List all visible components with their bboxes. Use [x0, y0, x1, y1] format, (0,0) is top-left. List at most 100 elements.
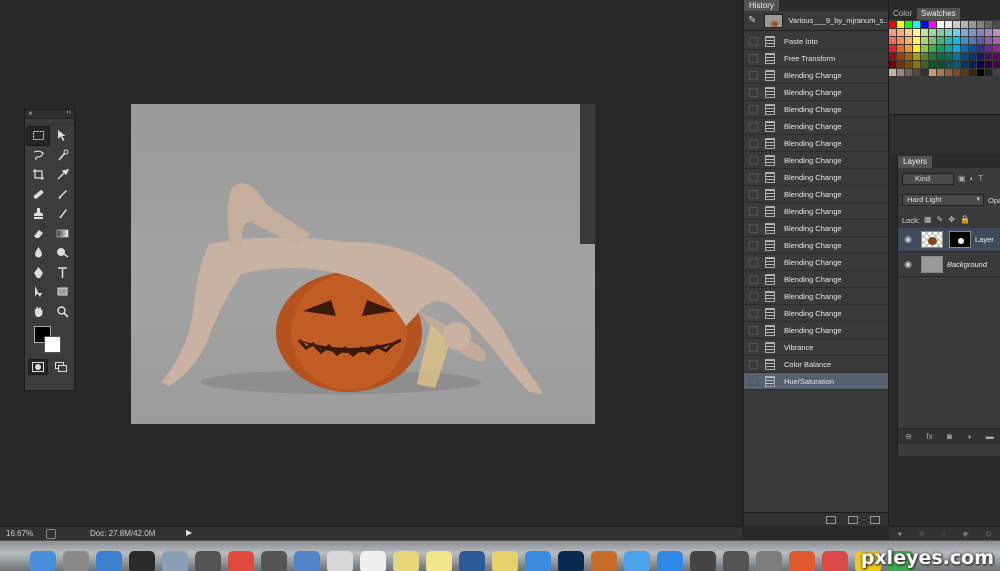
color-swatch[interactable]: [889, 21, 896, 28]
color-swatch[interactable]: [953, 45, 960, 52]
close-icon[interactable]: ×: [28, 109, 33, 118]
move-tool[interactable]: [50, 126, 74, 146]
color-swatch[interactable]: [921, 61, 928, 68]
history-state[interactable]: Blending Change: [744, 220, 888, 237]
itunes-icon[interactable]: [624, 551, 650, 571]
tab-swatches[interactable]: Swatches: [917, 8, 960, 20]
color-swatch[interactable]: [937, 69, 944, 76]
color-swatch[interactable]: [969, 45, 976, 52]
color-swatch[interactable]: [937, 21, 944, 28]
color-swatch[interactable]: [905, 69, 912, 76]
help-icon[interactable]: [195, 551, 221, 571]
notes-icon[interactable]: [393, 551, 419, 571]
color-swatch[interactable]: [897, 45, 904, 52]
color-swatch[interactable]: [977, 21, 984, 28]
system-prefs-icon[interactable]: [756, 551, 782, 571]
color-swatch[interactable]: [953, 37, 960, 44]
color-swatch[interactable]: [921, 45, 928, 52]
path-selection-tool[interactable]: [26, 282, 50, 302]
history-source-checkbox[interactable]: [749, 36, 758, 46]
screen-mode-button[interactable]: [51, 359, 71, 375]
color-swatch[interactable]: [929, 29, 936, 36]
finder-icon[interactable]: [30, 551, 56, 571]
color-swatch[interactable]: [897, 21, 904, 28]
new-document-from-state-icon[interactable]: [826, 516, 836, 524]
quick-mask-mode-button[interactable]: [28, 359, 49, 375]
zoom-level[interactable]: 16.67%: [6, 529, 33, 538]
color-swatch[interactable]: [889, 37, 896, 44]
color-swatch[interactable]: [993, 69, 1000, 76]
chrome-icon[interactable]: [228, 551, 254, 571]
history-source-checkbox[interactable]: [749, 376, 758, 386]
color-swatch[interactable]: [977, 53, 984, 60]
history-state[interactable]: Color Balance: [744, 356, 888, 373]
history-state[interactable]: Blending Change: [744, 118, 888, 135]
history-state[interactable]: Hue/Saturation: [744, 373, 888, 390]
stickies-icon[interactable]: [426, 551, 452, 571]
layer-filter-select[interactable]: Kind: [902, 173, 954, 185]
color-swatch[interactable]: [969, 21, 976, 28]
history-source-checkbox[interactable]: [749, 87, 758, 97]
color-swatch[interactable]: [961, 21, 968, 28]
color-swatch[interactable]: [977, 29, 984, 36]
color-swatch[interactable]: [985, 45, 992, 52]
color-swatch[interactable]: [889, 69, 896, 76]
history-source-checkbox[interactable]: [749, 138, 758, 148]
history-state[interactable]: Blending Change: [744, 101, 888, 118]
eye-icon[interactable]: ◉: [901, 259, 915, 270]
eye-icon[interactable]: ◉: [901, 234, 915, 245]
color-swatch[interactable]: [969, 37, 976, 44]
history-source-checkbox[interactable]: [749, 155, 758, 165]
color-swatch[interactable]: [921, 37, 928, 44]
color-swatch[interactable]: [929, 53, 936, 60]
hand-tool[interactable]: [26, 302, 50, 322]
color-swatch[interactable]: [937, 53, 944, 60]
terminal-icon[interactable]: [129, 551, 155, 571]
clone-stamp-tool[interactable]: [26, 204, 50, 224]
color-swatch[interactable]: [905, 53, 912, 60]
color-swatch[interactable]: [993, 61, 1000, 68]
document-image[interactable]: [131, 104, 595, 424]
color-swatch[interactable]: [929, 61, 936, 68]
color-swatch[interactable]: [969, 29, 976, 36]
color-swatch[interactable]: [993, 21, 1000, 28]
app-icon[interactable]: [690, 551, 716, 571]
circle-icon[interactable]: ○: [919, 529, 924, 538]
launchpad-icon[interactable]: [63, 551, 89, 571]
mask-icon[interactable]: ◙: [947, 432, 952, 441]
color-swatch[interactable]: [977, 37, 984, 44]
history-state[interactable]: Blending Change: [744, 84, 888, 101]
color-swatch[interactable]: [985, 69, 992, 76]
color-swatch[interactable]: [897, 61, 904, 68]
circle-icon[interactable]: ●: [897, 529, 902, 538]
app-store-icon[interactable]: [657, 551, 683, 571]
color-swatch[interactable]: [913, 21, 920, 28]
color-swatch[interactable]: [889, 53, 896, 60]
history-snapshot[interactable]: ✎ Various___9_by_mjranum_s...: [744, 11, 888, 31]
color-swatch[interactable]: [913, 69, 920, 76]
history-state[interactable]: Blending Change: [744, 135, 888, 152]
tools-panel-header[interactable]: × ‹‹: [25, 109, 74, 119]
color-swatch[interactable]: [969, 69, 976, 76]
collapse-icon[interactable]: ‹‹: [66, 109, 71, 116]
color-swatch[interactable]: [977, 69, 984, 76]
adjustment-icon[interactable]: ◑: [966, 432, 971, 441]
history-state[interactable]: Free Transform: [744, 50, 888, 67]
gradient-tool[interactable]: [50, 224, 74, 244]
color-swatch[interactable]: [929, 45, 936, 52]
status-menu-arrow-icon[interactable]: ▶: [186, 528, 192, 537]
crop-tool[interactable]: [26, 165, 50, 185]
color-swatch[interactable]: [993, 53, 1000, 60]
history-state[interactable]: Blending Change: [744, 67, 888, 84]
trash-icon[interactable]: [870, 516, 880, 524]
folder-icon[interactable]: ▬: [986, 432, 994, 441]
color-swatch[interactable]: [905, 45, 912, 52]
dodge-tool[interactable]: [50, 243, 74, 263]
color-swatch[interactable]: [961, 69, 968, 76]
history-source-checkbox[interactable]: [749, 70, 758, 80]
history-state[interactable]: Blending Change: [744, 288, 888, 305]
color-swatch[interactable]: [929, 69, 936, 76]
history-state[interactable]: Blending Change: [744, 254, 888, 271]
history-state[interactable]: Blending Change: [744, 152, 888, 169]
blur-tool[interactable]: [26, 243, 50, 263]
